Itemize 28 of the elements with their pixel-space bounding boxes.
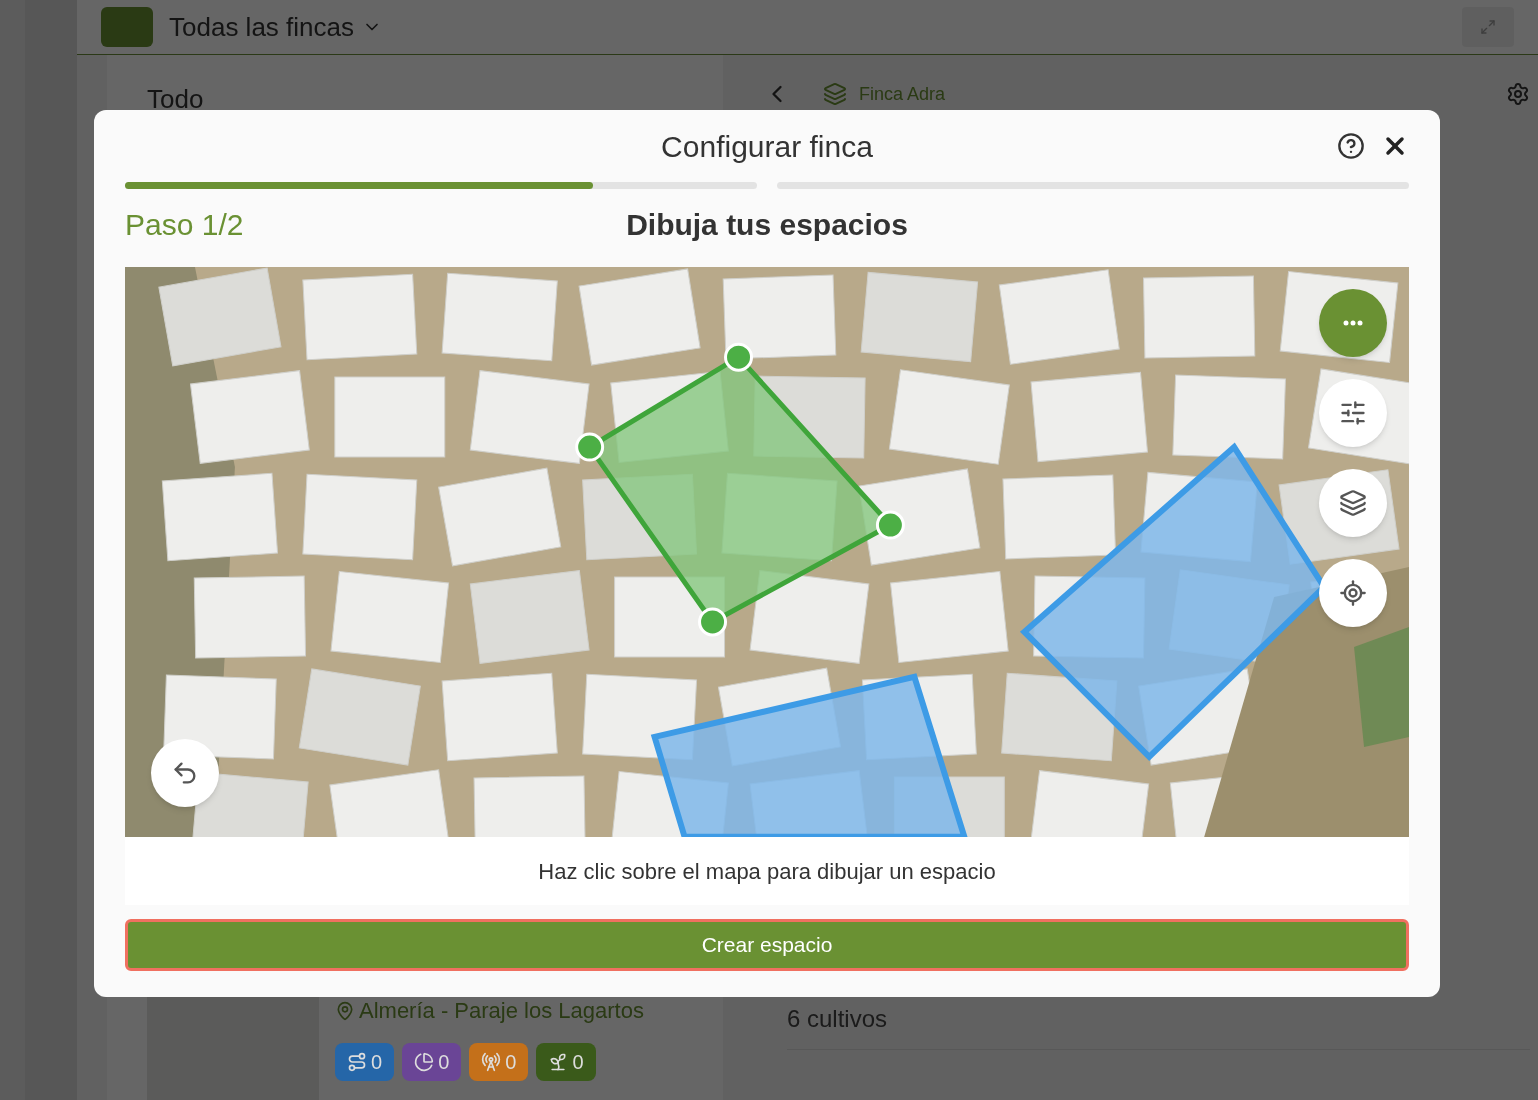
locate-icon xyxy=(1339,579,1367,607)
help-icon[interactable] xyxy=(1337,132,1365,160)
counter-badge: 0 xyxy=(402,1043,462,1081)
vertex-handle[interactable] xyxy=(575,432,605,462)
farm-selector-dropdown[interactable]: Todas las fincas xyxy=(169,7,382,47)
counter-badge: 0 xyxy=(536,1043,596,1081)
dialog-title: Configurar finca xyxy=(661,128,873,165)
farm-name: Finca Adra xyxy=(859,82,946,106)
counter-badge: 0 xyxy=(469,1043,529,1081)
location-pin-icon xyxy=(335,1000,355,1021)
vertex-handle[interactable] xyxy=(875,510,905,540)
sliders-icon xyxy=(1339,399,1367,427)
map-hint: Haz clic sobre el mapa para dibujar un espacio xyxy=(538,857,996,886)
panel-title: Todo xyxy=(147,83,205,116)
more-icon xyxy=(1343,320,1363,326)
farm-icon xyxy=(823,82,847,106)
settings-icon[interactable] xyxy=(1506,82,1530,106)
crops-count: 6 cultivos xyxy=(787,1001,1530,1050)
step-label: Paso 1/2 xyxy=(125,206,244,243)
counter-badge: 0 xyxy=(335,1043,395,1081)
vertex-handle[interactable] xyxy=(698,607,728,637)
layers-icon xyxy=(1339,489,1367,517)
plot-outline-shape[interactable] xyxy=(650,673,969,837)
create-space-button[interactable]: Crear espacio xyxy=(125,919,1409,971)
step-heading: Dibuja tus espacios xyxy=(626,206,908,243)
farm-logo-icon xyxy=(101,7,153,47)
expand-icon xyxy=(1480,19,1496,35)
farm-location: Almería - Paraje los Lagartos xyxy=(359,997,644,1025)
